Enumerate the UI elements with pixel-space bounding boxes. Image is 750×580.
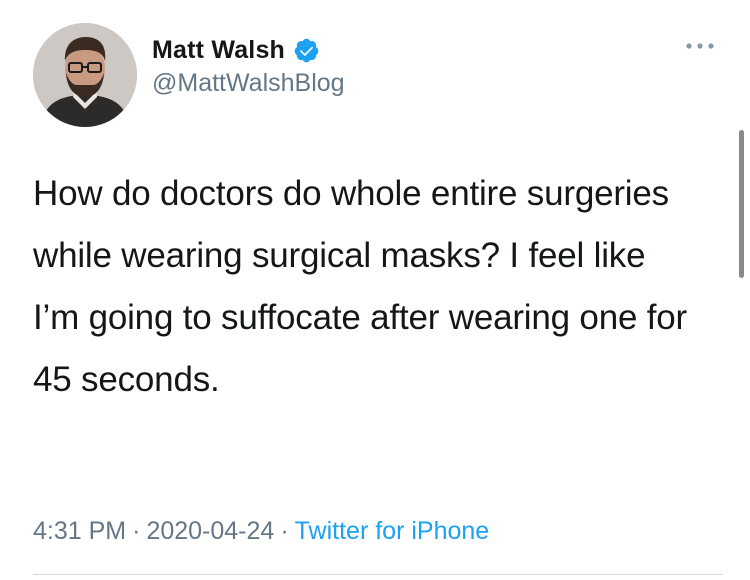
tweet-text: How do doctors do whole entire surgeries…	[33, 174, 687, 399]
scrollbar[interactable]	[739, 130, 744, 278]
more-options-icon[interactable]	[683, 38, 717, 54]
separator-dot: ·	[280, 517, 289, 545]
tweet-source-link[interactable]: Twitter for iPhone	[295, 517, 490, 545]
author-name-row[interactable]: Matt Walsh	[152, 33, 320, 67]
user-handle[interactable]: @MattWalshBlog	[152, 69, 345, 98]
tweet-card: Matt Walsh @MattWalshBlog How do doctors…	[0, 0, 750, 580]
divider	[33, 574, 723, 575]
avatar[interactable]	[33, 23, 137, 127]
tweet-time[interactable]: 4:31 PM	[33, 517, 126, 545]
tweet-metadata: 4:31 PM · 2020-04-24 · Twitter for iPhone	[33, 517, 489, 546]
tweet-date[interactable]: 2020-04-24	[146, 517, 274, 545]
verified-badge-icon	[293, 37, 320, 64]
display-name[interactable]: Matt Walsh	[152, 36, 285, 65]
avatar-photo	[33, 23, 137, 127]
separator-dot: ·	[132, 517, 141, 545]
